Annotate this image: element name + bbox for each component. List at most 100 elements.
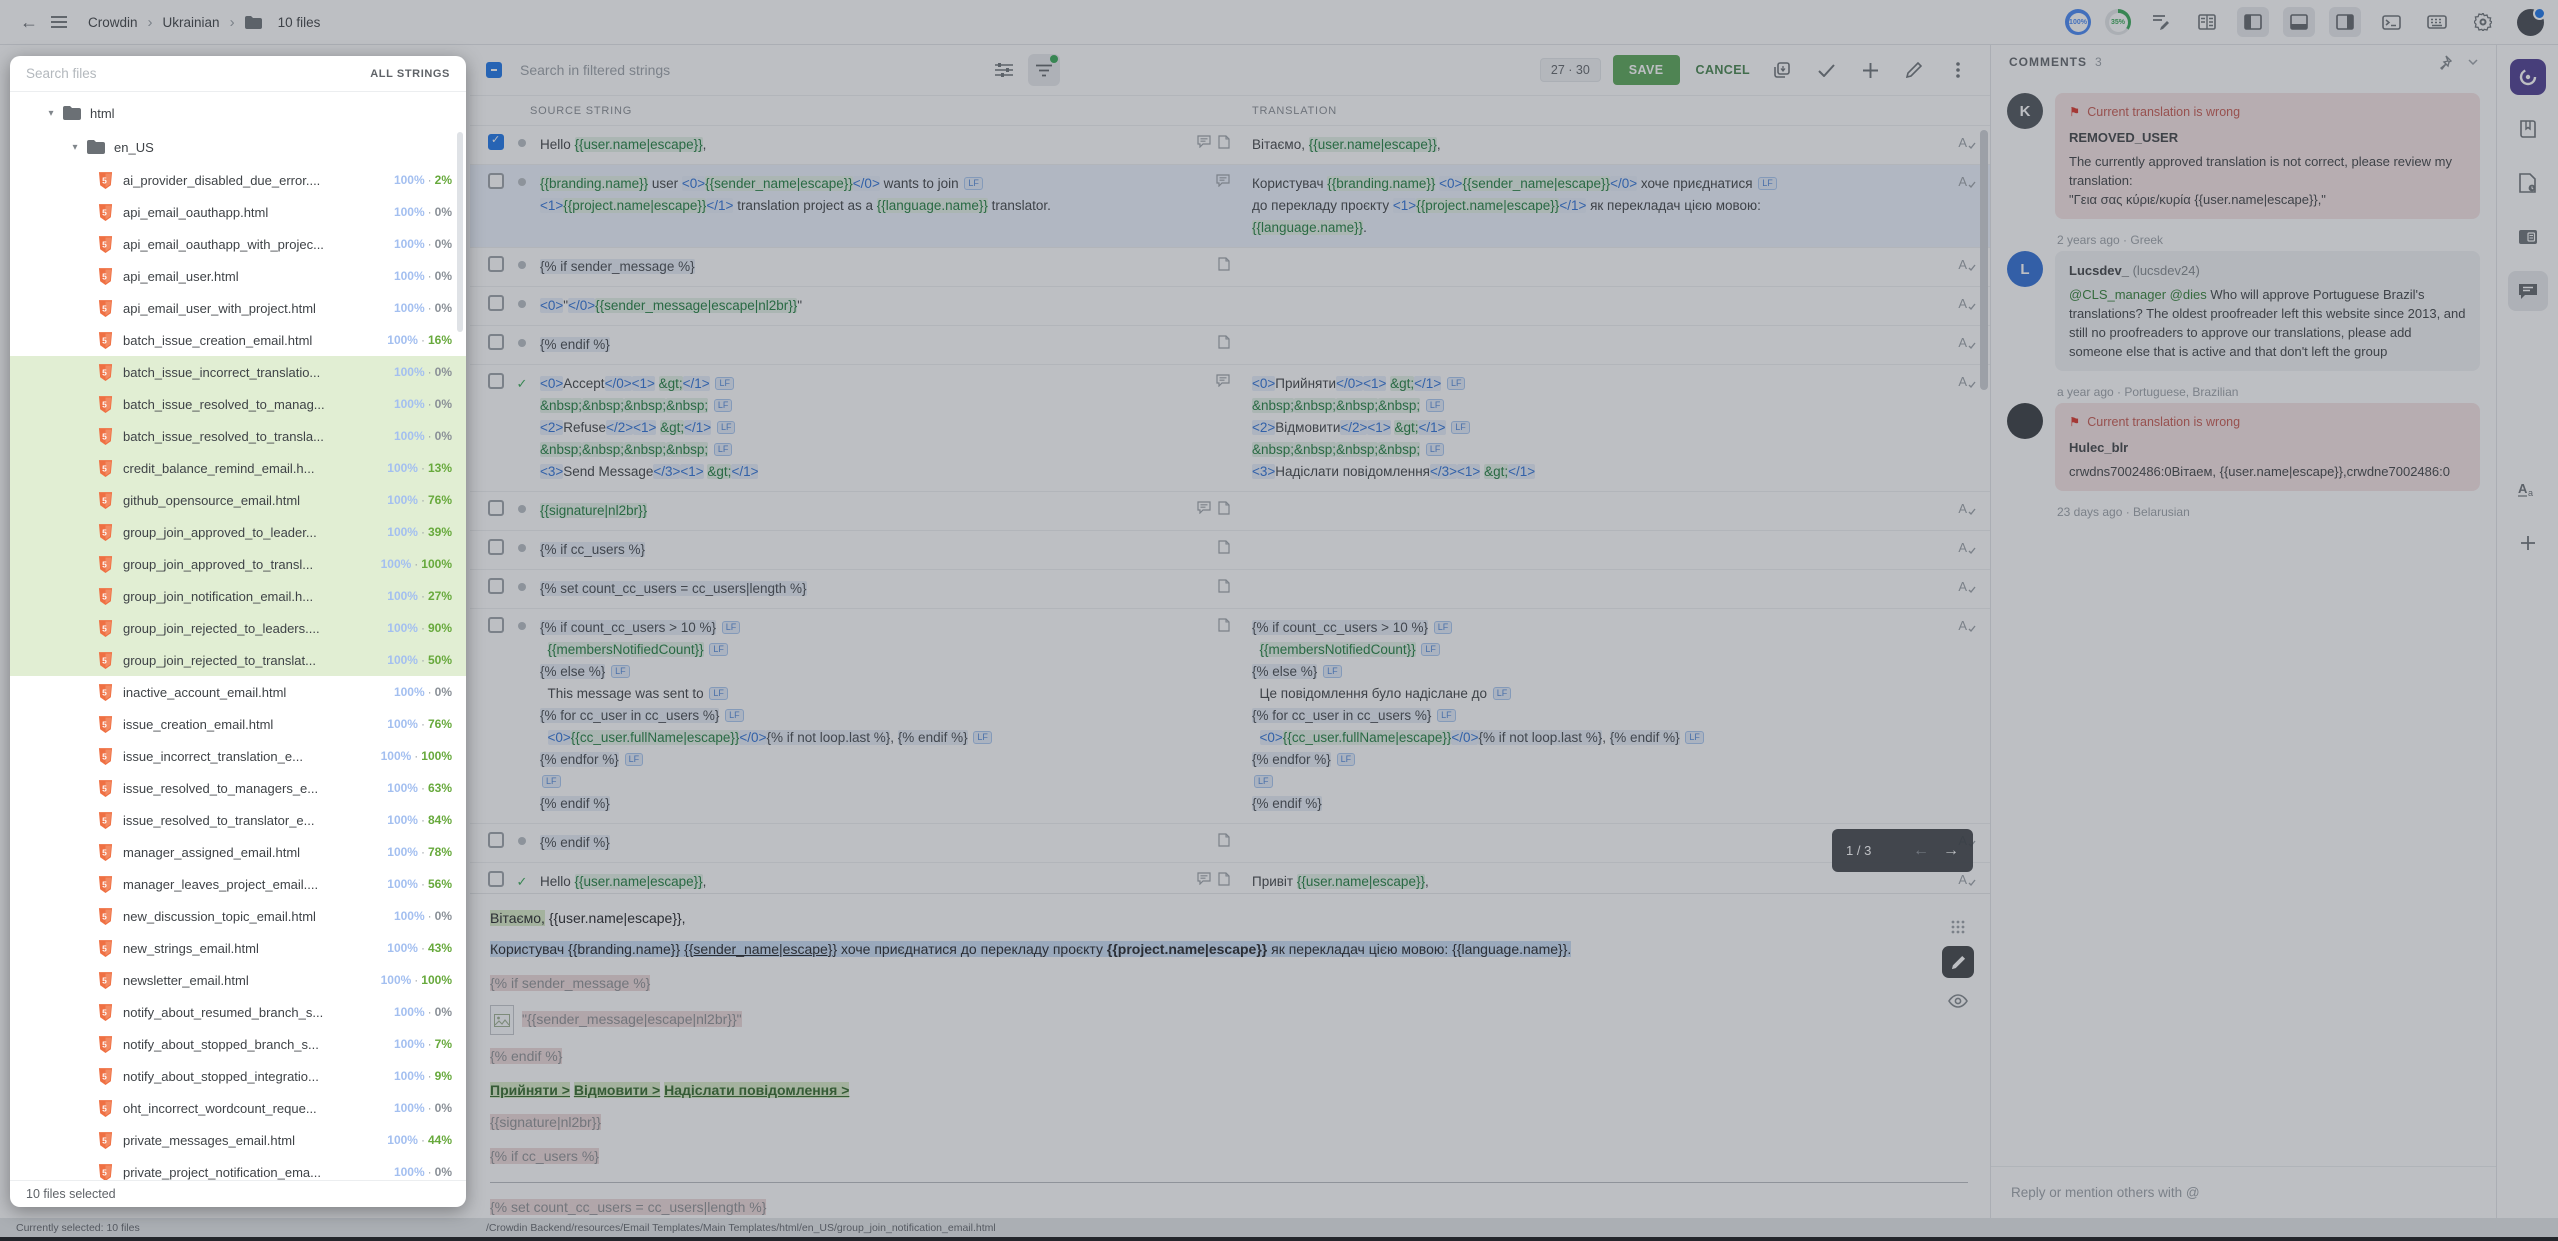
preview-line[interactable]: Користувач {{branding.name}} {{sender_na… xyxy=(490,939,1968,959)
string-row[interactable]: Hello {{user.name|escape}},Вітаємо, {{us… xyxy=(470,126,1990,165)
preview-line[interactable]: {% endif %} xyxy=(490,1046,1968,1066)
approve-check-icon[interactable] xyxy=(1810,54,1842,86)
prev-page-icon[interactable]: ← xyxy=(1913,842,1929,860)
approve-translation-icon[interactable]: A xyxy=(1958,296,1976,311)
comment-indicator-icon[interactable] xyxy=(1197,501,1211,515)
comment-indicator-icon[interactable] xyxy=(1216,174,1230,187)
file-row[interactable]: 5api_email_oauthapp_with_projec...100%·0… xyxy=(10,228,466,260)
translation-text[interactable]: {% if count_cc_users > 10 %} LF {{member… xyxy=(1252,617,1944,815)
file-row[interactable]: 5batch_issue_incorrect_translatio...100%… xyxy=(10,356,466,388)
collapse-panel-icon[interactable] xyxy=(2468,59,2478,65)
string-checkbox[interactable] xyxy=(488,134,504,150)
source-cell[interactable]: ✓Hello {{user.name|escape}}, xyxy=(470,863,1240,893)
preview-line[interactable]: {{signature|nl2br}} xyxy=(490,1112,1968,1132)
add-string-icon[interactable] xyxy=(1854,54,1886,86)
machine-translation-icon[interactable]: Aa xyxy=(2508,469,2548,509)
drag-handle-icon[interactable] xyxy=(1951,920,1965,934)
pin-icon[interactable] xyxy=(2437,55,2452,70)
preview-line[interactable]: {% set count_cc_users = cc_users|length … xyxy=(490,1197,1968,1217)
preview-link[interactable]: Надіслати повідомлення > xyxy=(664,1082,849,1098)
display-settings-icon[interactable] xyxy=(988,54,1020,86)
source-text[interactable]: <0>"</0>{{sender_message|escape|nl2br}}" xyxy=(540,295,1196,317)
back-button[interactable]: ← xyxy=(14,7,44,37)
string-row[interactable]: {% if cc_users %} A xyxy=(470,531,1990,570)
edit-pencil-icon[interactable] xyxy=(1898,54,1930,86)
string-edit-icon[interactable] xyxy=(2145,7,2177,37)
context-doc-icon[interactable] xyxy=(1218,540,1230,554)
string-checkbox[interactable] xyxy=(488,539,504,555)
cancel-button[interactable]: CANCEL xyxy=(1692,55,1754,85)
source-cell[interactable]: {% if cc_users %} xyxy=(470,531,1240,569)
copy-source-icon[interactable] xyxy=(1766,54,1798,86)
source-text[interactable]: {% endif %} xyxy=(540,334,1196,356)
source-text[interactable]: {% if count_cc_users > 10 %} LF {{member… xyxy=(540,617,1196,815)
file-context-icon[interactable] xyxy=(2508,163,2548,203)
translation-cell[interactable]: Вітаємо, {{user.name|escape}},A xyxy=(1240,126,1990,164)
file-row[interactable]: 5ai_provider_disabled_due_error....100%·… xyxy=(10,164,466,196)
approve-translation-icon[interactable]: A xyxy=(1958,257,1976,272)
approved-progress-ring[interactable]: 100% xyxy=(2065,9,2091,35)
ai-assistant-logo-icon[interactable] xyxy=(2510,59,2546,95)
string-row[interactable]: {{branding.name}} user <0>{{sender_name|… xyxy=(470,165,1990,248)
string-row[interactable]: <0>"</0>{{sender_message|escape|nl2br}}"… xyxy=(470,287,1990,326)
approve-translation-icon[interactable]: A xyxy=(1958,174,1976,189)
string-checkbox[interactable] xyxy=(488,173,504,189)
file-row[interactable]: 5issue_resolved_to_translator_e...100%·8… xyxy=(10,804,466,836)
translation-text[interactable]: Вітаємо, {{user.name|escape}}, xyxy=(1252,134,1944,156)
source-cell[interactable]: ✓<0>Accept</0><1> &gt;</1> LF&nbsp;&nbsp… xyxy=(470,365,1240,491)
approve-translation-icon[interactable]: A xyxy=(1958,540,1976,555)
right-panel-toggle[interactable] xyxy=(2329,7,2361,37)
console-icon[interactable] xyxy=(2375,7,2407,37)
comment-indicator-icon[interactable] xyxy=(1216,374,1230,387)
preview-line[interactable]: "{{sender_message|escape|nl2br}}" xyxy=(490,1005,1968,1035)
file-row[interactable]: 5manager_leaves_project_email....100%·56… xyxy=(10,868,466,900)
source-text[interactable]: {% if sender_message %} xyxy=(540,256,1196,278)
string-checkbox[interactable] xyxy=(488,832,504,848)
user-avatar[interactable] xyxy=(2517,9,2544,36)
source-cell[interactable]: {% endif %} xyxy=(470,326,1240,364)
preview-link[interactable]: Прийняти > xyxy=(490,1082,570,1098)
source-text[interactable]: {% if cc_users %} xyxy=(540,539,1196,561)
file-row[interactable]: 5private_messages_email.html100%·44% xyxy=(10,1124,466,1156)
translation-text[interactable]: Користувач {{branding.name}} <0>{{sender… xyxy=(1252,173,1944,239)
breadcrumb-language[interactable]: Ukrainian xyxy=(163,15,220,30)
mention[interactable]: @CLS_manager xyxy=(2069,287,2166,302)
source-text[interactable]: {{branding.name}} user <0>{{sender_name|… xyxy=(540,173,1196,239)
string-checkbox[interactable] xyxy=(488,256,504,272)
string-list-scrollbar[interactable] xyxy=(1980,130,1988,390)
context-doc-icon[interactable] xyxy=(1218,257,1230,271)
approve-translation-icon[interactable]: A xyxy=(1958,501,1976,516)
preview-eye-icon[interactable] xyxy=(1944,990,1972,1012)
left-panel-toggle[interactable] xyxy=(2237,7,2269,37)
source-cell[interactable]: Hello {{user.name|escape}}, xyxy=(470,126,1240,164)
breadcrumb-files[interactable]: 10 files xyxy=(278,15,321,30)
string-checkbox[interactable] xyxy=(488,578,504,594)
comment-indicator-icon[interactable] xyxy=(1197,872,1211,886)
translation-cell[interactable]: {% if count_cc_users > 10 %} LF {{member… xyxy=(1240,609,1990,823)
translation-cell[interactable]: A xyxy=(1240,531,1990,569)
file-row[interactable]: 5issue_incorrect_translation_e...100%·10… xyxy=(10,740,466,772)
string-row[interactable]: {% if sender_message %} A xyxy=(470,248,1990,287)
string-checkbox[interactable] xyxy=(488,617,504,633)
string-row[interactable]: {{signature|nl2br}}A xyxy=(470,492,1990,531)
file-row[interactable]: 5issue_creation_email.html100%·76% xyxy=(10,708,466,740)
caret-down-icon[interactable]: ▾ xyxy=(68,142,82,153)
file-row[interactable]: 5notify_about_stopped_integratio...100%·… xyxy=(10,1060,466,1092)
file-row[interactable]: 5batch_issue_resolved_to_transla...100%·… xyxy=(10,420,466,452)
source-cell[interactable]: <0>"</0>{{sender_message|escape|nl2br}}" xyxy=(470,287,1240,325)
file-row[interactable]: 5group_join_notification_email.h...100%·… xyxy=(10,580,466,612)
context-doc-icon[interactable] xyxy=(1218,833,1230,847)
context-doc-icon[interactable] xyxy=(1218,135,1230,149)
file-row[interactable]: 5batch_issue_resolved_to_manag...100%·0% xyxy=(10,388,466,420)
folder-row-en-us[interactable]: ▾ en_US xyxy=(10,130,466,164)
all-strings-button[interactable]: ALL STRINGS xyxy=(370,68,450,80)
file-row[interactable]: 5api_email_oauthapp.html100%·0% xyxy=(10,196,466,228)
translation-cell[interactable]: A xyxy=(1240,326,1990,364)
approve-translation-icon[interactable]: A xyxy=(1958,335,1976,350)
translation-cell[interactable]: A xyxy=(1240,287,1990,325)
source-text[interactable]: {% set count_cc_users = cc_users|length … xyxy=(540,578,1196,600)
context-doc-icon[interactable] xyxy=(1218,618,1230,632)
approve-translation-icon[interactable]: A xyxy=(1958,374,1976,389)
translation-cell[interactable]: Користувач {{branding.name}} <0>{{sender… xyxy=(1240,165,1990,247)
file-row[interactable]: 5manager_assigned_email.html100%·78% xyxy=(10,836,466,868)
